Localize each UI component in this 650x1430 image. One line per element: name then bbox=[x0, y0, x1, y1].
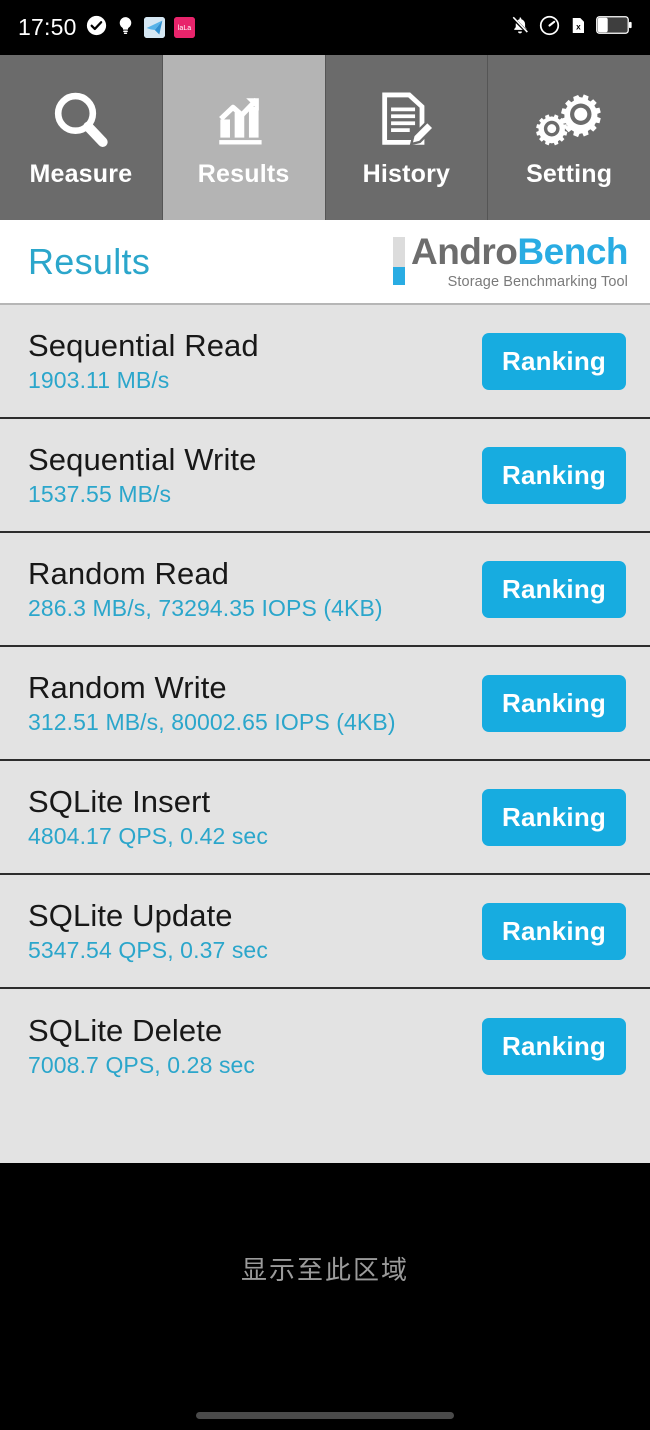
tab-bar: Measure Results History Setting bbox=[0, 55, 650, 220]
row-texts: SQLite Update 5347.54 QPS, 0.37 sec bbox=[28, 897, 268, 964]
result-value: 4804.17 QPS, 0.42 sec bbox=[28, 823, 268, 850]
status-bar-left: 17:50 laLa bbox=[18, 14, 510, 41]
status-bar-right: x bbox=[510, 15, 632, 41]
data-saver-icon bbox=[539, 15, 560, 41]
check-circle-icon bbox=[86, 15, 107, 41]
table-row[interactable]: Random Write 312.51 MB/s, 80002.65 IOPS … bbox=[0, 647, 650, 761]
ranking-button[interactable]: Ranking bbox=[482, 902, 626, 960]
table-row[interactable]: Sequential Read 1903.11 MB/s Ranking bbox=[0, 305, 650, 419]
row-texts: SQLite Delete 7008.7 QPS, 0.28 sec bbox=[28, 1012, 256, 1079]
result-title: SQLite Insert bbox=[28, 783, 211, 819]
table-row[interactable]: SQLite Insert 4804.17 QPS, 0.42 sec Rank… bbox=[0, 761, 650, 875]
logo-accent-bar bbox=[392, 237, 405, 285]
row-texts: Random Write 312.51 MB/s, 80002.65 IOPS … bbox=[28, 669, 396, 736]
result-title: Sequential Read bbox=[28, 327, 259, 363]
result-title: Random Write bbox=[28, 669, 227, 705]
result-value: 312.51 MB/s, 80002.65 IOPS (4KB) bbox=[28, 709, 396, 736]
tab-setting-label: Setting bbox=[526, 160, 613, 188]
tab-measure-label: Measure bbox=[29, 160, 133, 188]
sim-card-missing-icon: x bbox=[569, 15, 587, 41]
result-value: 1537.55 MB/s bbox=[28, 481, 172, 508]
ranking-button[interactable]: Ranking bbox=[482, 332, 626, 390]
table-row[interactable]: SQLite Delete 7008.7 QPS, 0.28 sec Ranki… bbox=[0, 989, 650, 1103]
document-pencil-icon bbox=[374, 86, 438, 154]
androbench-logo: AndroBench Storage Benchmarking Tool bbox=[392, 231, 629, 290]
row-texts: SQLite Insert 4804.17 QPS, 0.42 sec bbox=[28, 783, 268, 850]
ranking-button[interactable]: Ranking bbox=[482, 1017, 626, 1075]
result-value: 286.3 MB/s, 73294.35 IOPS (4KB) bbox=[28, 595, 383, 622]
bar-chart-arrow-icon bbox=[211, 86, 277, 154]
logo-text: AndroBench Storage Benchmarking Tool bbox=[410, 231, 629, 290]
phone-screen: 17:50 laLa x Measure Results History Set… bbox=[0, 0, 650, 1430]
row-texts: Sequential Write 1537.55 MB/s bbox=[28, 441, 257, 508]
ranking-button[interactable]: Ranking bbox=[482, 560, 626, 618]
tab-results-label: Results bbox=[197, 160, 290, 188]
result-title: SQLite Delete bbox=[28, 1012, 223, 1048]
result-title: Sequential Write bbox=[28, 441, 257, 477]
logo-andro: Andro bbox=[410, 231, 518, 272]
tab-measure[interactable]: Measure bbox=[0, 55, 163, 220]
tab-history-label: History bbox=[362, 160, 451, 188]
battery-icon bbox=[596, 16, 632, 39]
svg-text:laLa: laLa bbox=[177, 25, 190, 32]
result-value: 5347.54 QPS, 0.37 sec bbox=[28, 937, 268, 964]
page-title: Results bbox=[28, 240, 151, 282]
notifications-muted-icon bbox=[510, 15, 530, 41]
magnifier-icon bbox=[48, 86, 114, 154]
gears-icon bbox=[535, 86, 603, 154]
result-value: 1903.11 MB/s bbox=[28, 367, 170, 394]
display-area-hint: 显示至此区域 bbox=[240, 1255, 409, 1286]
result-value: 7008.7 QPS, 0.28 sec bbox=[28, 1052, 256, 1079]
ranking-button[interactable]: Ranking bbox=[482, 788, 626, 846]
status-bar: 17:50 laLa x bbox=[0, 0, 650, 55]
table-row[interactable]: Random Read 286.3 MB/s, 73294.35 IOPS (4… bbox=[0, 533, 650, 647]
table-row[interactable]: Sequential Write 1537.55 MB/s Ranking bbox=[0, 419, 650, 533]
tab-setting[interactable]: Setting bbox=[488, 55, 650, 220]
result-title: SQLite Update bbox=[28, 897, 233, 933]
status-clock: 17:50 bbox=[18, 14, 77, 40]
telegram-app-icon bbox=[143, 17, 165, 38]
tab-history[interactable]: History bbox=[325, 55, 489, 220]
bottom-area: 显示至此区域 bbox=[0, 1163, 650, 1430]
logo-tagline: Storage Benchmarking Tool bbox=[447, 274, 628, 290]
tab-results[interactable]: Results bbox=[162, 55, 326, 220]
row-texts: Random Read 286.3 MB/s, 73294.35 IOPS (4… bbox=[28, 555, 383, 622]
result-title: Random Read bbox=[28, 555, 229, 591]
ranking-button[interactable]: Ranking bbox=[482, 674, 626, 732]
row-texts: Sequential Read 1903.11 MB/s bbox=[28, 327, 259, 394]
ranking-button[interactable]: Ranking bbox=[482, 446, 626, 504]
page-header: Results AndroBench Storage Benchmarking … bbox=[0, 220, 650, 305]
pink-app-icon: laLa bbox=[173, 17, 195, 38]
home-indicator[interactable] bbox=[196, 1412, 454, 1419]
svg-text:x: x bbox=[576, 22, 581, 31]
logo-bench: Bench bbox=[517, 231, 628, 272]
results-list: Sequential Read 1903.11 MB/s Ranking Seq… bbox=[0, 305, 650, 1163]
logo-wordmark: AndroBench bbox=[410, 231, 629, 272]
lightbulb-icon bbox=[116, 15, 135, 41]
table-row[interactable]: SQLite Update 5347.54 QPS, 0.37 sec Rank… bbox=[0, 875, 650, 989]
